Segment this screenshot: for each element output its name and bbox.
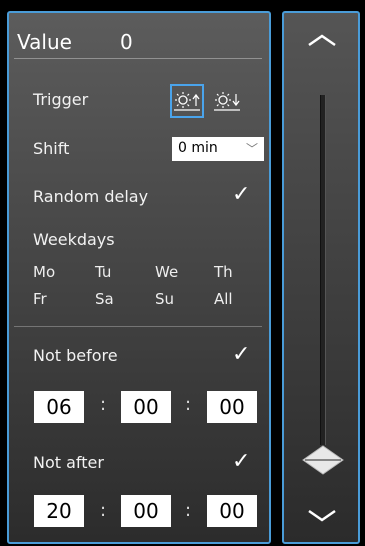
time-separator: :	[185, 500, 192, 521]
sunset-icon	[214, 92, 240, 111]
not-before-label: Not before	[33, 346, 118, 365]
weekday-saturday[interactable]: Sa	[95, 290, 135, 308]
value-label: Value	[17, 30, 72, 54]
chevron-down-icon	[308, 509, 336, 522]
not-before-minutes-field[interactable]: 00	[121, 391, 171, 423]
not-after-seconds-field[interactable]: 00	[207, 495, 257, 527]
weekday-sunday[interactable]: Su	[155, 290, 195, 308]
slider-track[interactable]	[320, 95, 326, 445]
slider-up-button[interactable]	[300, 30, 344, 50]
slider-down-button[interactable]	[300, 506, 344, 526]
time-separator: :	[100, 500, 107, 521]
trigger-label: Trigger	[33, 90, 89, 109]
sunset-trigger-button[interactable]	[210, 84, 244, 118]
weekday-friday[interactable]: Fr	[33, 290, 73, 308]
not-after-checkbox[interactable]: ✓	[232, 449, 250, 474]
not-after-hours-field[interactable]: 20	[34, 495, 84, 527]
time-separator: :	[100, 394, 107, 415]
value-readout: 0	[120, 30, 133, 54]
shift-label: Shift	[33, 139, 70, 158]
weekday-tuesday[interactable]: Tu	[95, 263, 135, 281]
weekday-thursday[interactable]: Th	[214, 263, 254, 281]
weekday-wednesday[interactable]: We	[155, 263, 195, 281]
weekday-monday[interactable]: Mo	[33, 263, 73, 281]
sunrise-icon	[174, 92, 200, 111]
not-before-hours-field[interactable]: 06	[34, 391, 84, 423]
weekday-all[interactable]: All	[214, 290, 254, 308]
chevron-up-icon	[308, 34, 336, 47]
section-divider	[14, 326, 262, 327]
shift-select[interactable]: 0 min ﹀	[172, 137, 264, 161]
weekdays-label: Weekdays	[33, 230, 115, 249]
random-delay-label: Random delay	[33, 187, 149, 206]
time-separator: :	[185, 394, 192, 415]
shift-select-value: 0 min	[178, 140, 218, 156]
not-after-label: Not after	[33, 453, 104, 472]
slider-thumb[interactable]	[302, 445, 344, 475]
not-before-checkbox[interactable]: ✓	[232, 342, 250, 367]
chevron-down-icon: ﹀	[245, 142, 258, 156]
not-before-seconds-field[interactable]: 00	[207, 391, 257, 423]
random-delay-checkbox[interactable]: ✓	[232, 182, 250, 207]
not-after-minutes-field[interactable]: 00	[121, 495, 171, 527]
title-divider	[14, 58, 262, 59]
sunrise-trigger-button[interactable]	[170, 84, 204, 118]
